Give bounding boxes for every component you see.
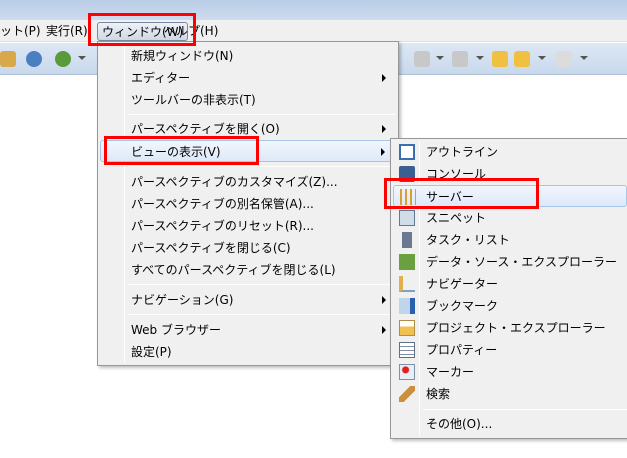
submenu-arrow-icon	[382, 125, 386, 133]
bookmark-icon	[399, 298, 415, 314]
menu-item-web-browser[interactable]: Web ブラウザー	[100, 319, 396, 341]
menu-item-navigation[interactable]: ナビゲーション(G)	[100, 289, 396, 311]
dropdown-arrow-icon[interactable]	[476, 56, 484, 60]
menu-item-hide-toolbar[interactable]: ツールバーの非表示(T)	[100, 89, 396, 111]
menu-item-label: パースペクティブを閉じる(C)	[131, 241, 291, 255]
menu-item-customize-perspective[interactable]: パースペクティブのカスタマイズ(Z)...	[100, 171, 396, 193]
menu-item-label: ナビゲーション(G)	[131, 293, 234, 307]
view-item-other[interactable]: その他(O)...	[393, 413, 627, 435]
menu-item-new-window[interactable]: 新規ウィンドウ(N)	[100, 45, 396, 67]
menu-item-label: スニペット	[426, 211, 487, 225]
menu-item-label: タスク・リスト	[426, 233, 510, 247]
menu-item-label: ツールバーの非表示(T)	[131, 93, 256, 107]
menu-item-label: エディター	[131, 71, 191, 85]
submenu-arrow-icon	[382, 74, 386, 82]
navigator-icon	[399, 276, 415, 292]
window-menu: 新規ウィンドウ(N) エディター ツールバーの非表示(T) パースペクティブを開…	[97, 41, 399, 366]
view-item-properties[interactable]: プロパティー	[393, 339, 627, 361]
submenu-arrow-icon	[382, 296, 386, 304]
markers-icon	[399, 364, 415, 380]
view-item-search[interactable]: 検索	[393, 383, 627, 405]
menu-item-label: その他(O)...	[426, 417, 493, 431]
view-item-outline[interactable]: アウトライン	[393, 141, 627, 163]
submenu-arrow-icon	[382, 326, 386, 334]
menu-item-label: データ・ソース・エクスプローラー	[426, 255, 618, 269]
search-flashlight-icon	[399, 386, 415, 402]
menu-item-preferences[interactable]: 設定(P)	[100, 341, 396, 363]
menu-separator	[423, 409, 627, 410]
annotation-box-servers	[384, 178, 539, 209]
view-item-task-list[interactable]: タスク・リスト	[393, 229, 627, 251]
dropdown-arrow-icon[interactable]	[538, 56, 546, 60]
menu-item-label: パースペクティブのリセット(R)...	[131, 219, 314, 233]
menu-run[interactable]: 実行(R)	[42, 22, 92, 41]
menu-project[interactable]: ット(P)	[0, 22, 45, 41]
annotation-box-window-menu	[88, 13, 196, 46]
last-edit-icon[interactable]	[492, 51, 508, 67]
menu-separator	[128, 284, 395, 285]
menu-item-label: パースペクティブの別名保管(A)...	[131, 197, 314, 211]
debug-bug-icon[interactable]	[55, 51, 71, 67]
menu-item-label: 新規ウィンドウ(N)	[131, 49, 234, 63]
project-explorer-icon	[399, 320, 415, 336]
back-arrow-icon[interactable]	[514, 51, 530, 67]
menu-item-close-perspective[interactable]: パースペクティブを閉じる(C)	[100, 237, 396, 259]
view-item-snippets[interactable]: スニペット	[393, 207, 627, 229]
menu-item-label: Web ブラウザー	[131, 323, 221, 337]
properties-icon	[399, 342, 415, 358]
menu-item-label: ナビゲーター	[426, 277, 499, 291]
menu-item-label: パースペクティブのカスタマイズ(Z)...	[131, 175, 338, 189]
menu-item-close-all-perspectives[interactable]: すべてのパースペクティブを閉じる(L)	[100, 259, 396, 281]
snippets-icon	[399, 210, 415, 226]
menu-item-label: プロジェクト・エクスプローラー	[426, 321, 606, 335]
view-item-project-explorer[interactable]: プロジェクト・エクスプローラー	[393, 317, 627, 339]
view-item-markers[interactable]: マーカー	[393, 361, 627, 383]
menu-item-label: プロパティー	[426, 343, 498, 357]
forward-arrow-icon[interactable]	[556, 51, 572, 67]
menu-separator	[128, 314, 395, 315]
annotation-box-show-view	[104, 136, 259, 165]
outline-icon	[399, 144, 415, 160]
toolbar-button-icon[interactable]	[0, 51, 16, 67]
view-item-data-source-explorer[interactable]: データ・ソース・エクスプローラー	[393, 251, 627, 273]
menu-item-save-perspective-as[interactable]: パースペクティブの別名保管(A)...	[100, 193, 396, 215]
menu-item-label: アウトライン	[426, 145, 499, 159]
dropdown-arrow-icon[interactable]	[436, 56, 444, 60]
prev-annotation-icon[interactable]	[452, 51, 468, 67]
menu-item-reset-perspective[interactable]: パースペクティブのリセット(R)...	[100, 215, 396, 237]
menu-item-label: ブックマーク	[426, 299, 499, 313]
menu-separator	[128, 114, 395, 115]
menu-item-label: マーカー	[426, 365, 475, 379]
menu-item-label: 設定(P)	[131, 345, 172, 359]
menu-item-label: すべてのパースペクティブを閉じる(L)	[131, 263, 336, 277]
data-source-icon	[399, 254, 415, 270]
menu-item-label: 検索	[426, 387, 451, 401]
dropdown-arrow-icon[interactable]	[78, 56, 86, 60]
view-item-navigator[interactable]: ナビゲーター	[393, 273, 627, 295]
menu-item-editor[interactable]: エディター	[100, 67, 396, 89]
view-item-bookmarks[interactable]: ブックマーク	[393, 295, 627, 317]
submenu-arrow-icon	[381, 148, 385, 156]
task-list-icon	[402, 232, 412, 248]
menu-separator	[128, 166, 395, 167]
run-config-icon[interactable]	[26, 51, 42, 67]
dropdown-arrow-icon[interactable]	[580, 56, 588, 60]
next-annotation-icon[interactable]	[414, 51, 430, 67]
